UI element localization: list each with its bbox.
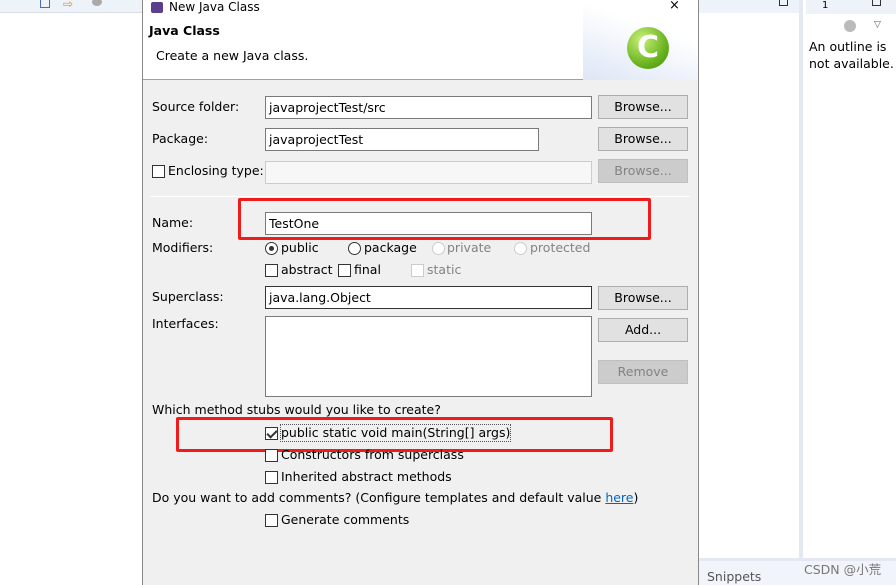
package-browse-button[interactable]: Browse... [598, 127, 688, 151]
page-title: Java Class [149, 23, 220, 38]
maximize-icon[interactable] [779, 0, 788, 6]
collapse-icon[interactable] [40, 0, 50, 8]
superclass-label: Superclass: [152, 289, 224, 304]
page-description: Create a new Java class. [156, 48, 309, 63]
java-class-logo-icon: C [627, 27, 669, 69]
name-label: Name: [152, 215, 194, 230]
source-folder-browse-button[interactable]: Browse... [598, 95, 688, 119]
outline-message: An outline is not available. [809, 39, 894, 71]
comments-close: ) [633, 490, 639, 505]
outline-view: 1 ▽ An outline is not available. [806, 0, 896, 558]
close-icon[interactable]: × [669, 0, 680, 13]
comments-text: Do you want to add comments? (Configure … [152, 490, 606, 505]
outline-tab-number: 1 [822, 0, 829, 11]
private-label: private [447, 240, 492, 255]
protected-label: protected [530, 240, 591, 255]
tab-snippets[interactable]: Snippets [707, 569, 761, 585]
focus-icon[interactable] [844, 20, 856, 32]
package-label: Package: [152, 131, 209, 146]
private-radio[interactable] [432, 242, 445, 255]
constructors-label: Constructors from superclass [281, 447, 464, 462]
superclass-browse-button[interactable]: Browse... [598, 286, 688, 310]
maximize-icon[interactable] [872, 0, 881, 6]
here-link[interactable]: here [605, 490, 633, 505]
add-interface-button[interactable]: Add... [598, 318, 688, 342]
public-radio[interactable] [265, 242, 278, 255]
package-input[interactable]: javaprojectTest [265, 128, 539, 151]
generate-comments-label: Generate comments [281, 512, 410, 527]
watermark: CSDN @小荒 [804, 562, 882, 577]
constructors-checkbox[interactable] [265, 449, 278, 462]
static-checkbox[interactable] [411, 264, 424, 277]
link-arrow-icon[interactable]: ⇨ [63, 0, 73, 11]
static-label: static [427, 262, 462, 277]
separator [150, 196, 690, 197]
enclosing-type-browse-button[interactable]: Browse... [598, 159, 688, 183]
highlight-box [238, 198, 651, 240]
stubs-question: Which method stubs would you like to cre… [152, 402, 441, 417]
modifiers-label: Modifiers: [152, 240, 214, 255]
abstract-checkbox[interactable] [265, 264, 278, 277]
superclass-input[interactable]: java.lang.Object [265, 286, 592, 309]
final-label: final [354, 262, 381, 277]
package-radio[interactable] [348, 242, 361, 255]
source-folder-label: Source folder: [152, 99, 240, 114]
interfaces-label: Interfaces: [152, 316, 219, 331]
final-checkbox[interactable] [338, 264, 351, 277]
java-class-title-icon [151, 2, 163, 13]
interfaces-list[interactable] [265, 316, 592, 397]
inherited-methods-checkbox[interactable] [265, 471, 278, 484]
dialog-title: New Java Class [169, 0, 260, 14]
remove-interface-button[interactable]: Remove [598, 360, 688, 384]
comments-question: Do you want to add comments? (Configure … [152, 490, 638, 506]
package-radio-label: package [364, 240, 417, 255]
generate-comments-checkbox[interactable] [265, 514, 278, 527]
enclosing-type-checkbox[interactable] [152, 165, 165, 178]
inherited-methods-label: Inherited abstract methods [281, 469, 452, 484]
enclosing-type-input[interactable] [265, 161, 592, 184]
public-label: public [281, 240, 319, 255]
abstract-label: abstract [281, 262, 333, 277]
enclosing-type-label: Enclosing type: [168, 163, 264, 178]
editor-area [699, 0, 803, 558]
view-menu-chevron-down-icon[interactable]: ▽ [874, 20, 881, 30]
source-folder-input[interactable]: javaprojectTest/src [265, 96, 592, 119]
protected-radio[interactable] [514, 242, 527, 255]
